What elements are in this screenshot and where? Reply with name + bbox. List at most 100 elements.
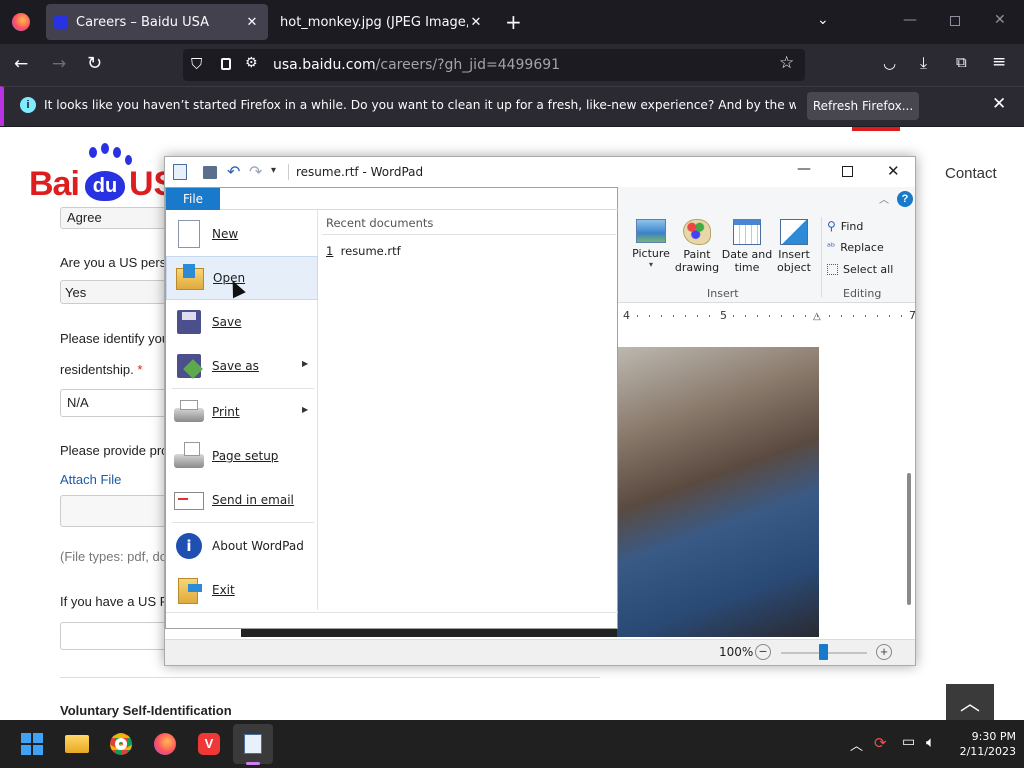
wordpad-app-icon[interactable] [173, 164, 187, 180]
document-area[interactable] [617, 325, 915, 639]
url-text[interactable]: usa.baidu.com/careers/?gh_jid=4499691 [273, 57, 560, 73]
divider [60, 677, 600, 678]
file-tab[interactable]: File [166, 188, 220, 210]
insert-object-button[interactable]: Insert object [773, 219, 815, 279]
menu-about[interactable]: i About WordPad [166, 524, 318, 568]
wordpad-window: ↶ ↷ ▾ resume.rtf - WordPad — ✕ ︿ ? Pictu… [164, 156, 916, 666]
menu-print[interactable]: Print ▶ [166, 390, 318, 434]
forward-icon[interactable]: → [52, 54, 66, 74]
paint-drawing-button[interactable]: Paint drawing [673, 219, 721, 279]
indent-marker-icon[interactable]: △ [813, 311, 821, 322]
picture-button[interactable]: Picture ▾ [631, 219, 671, 279]
volume-icon[interactable]: 🔈︎ [926, 733, 935, 751]
image-bottom-strip [241, 629, 617, 637]
object-label-1: Insert [778, 248, 810, 261]
new-tab-icon[interactable]: + [505, 10, 522, 34]
undo-icon[interactable]: ↶ [227, 162, 240, 181]
ruler[interactable]: 4 5 △ 7 [617, 307, 916, 325]
chrome-taskbar[interactable] [101, 724, 141, 764]
customize-qat-icon[interactable]: ▾ [271, 165, 276, 176]
permissions-icon[interactable]: ⚙ [245, 55, 258, 71]
recent-documents-header: Recent documents [326, 216, 434, 230]
display-icon[interactable]: ▭ [902, 734, 915, 750]
start-button[interactable] [12, 724, 52, 764]
vivaldi-taskbar[interactable]: V [189, 724, 229, 764]
us-person-select[interactable]: Yes [60, 280, 180, 304]
ruler-ticks [637, 315, 717, 317]
refresh-firefox-button[interactable]: Refresh Firefox... [807, 92, 919, 120]
quick-save-icon[interactable] [203, 166, 217, 179]
scroll-to-top-button[interactable]: ︿ [946, 684, 994, 720]
close-tab-icon[interactable]: ✕ [468, 15, 484, 30]
bookmark-star-icon[interactable]: ☆ [779, 53, 794, 73]
save-as-icon [172, 350, 206, 382]
tab-careers-baidu[interactable]: Careers – Baidu USA ✕ [46, 4, 268, 40]
clock[interactable]: 9:30 PM 2/11/2023 [952, 729, 1016, 759]
attachment-dropzone[interactable] [60, 495, 180, 527]
menu-send-in-email[interactable]: Send in email [166, 478, 318, 522]
minimize-window-icon[interactable]: — [903, 12, 917, 28]
browser-tab-bar: Careers – Baidu USA ✕ hot_monkey.jpg (JP… [0, 0, 1024, 44]
menu-exit[interactable]: Exit [166, 568, 318, 612]
zoom-out-icon[interactable]: − [755, 644, 771, 660]
firefox-taskbar[interactable] [145, 724, 185, 764]
attach-file-link[interactable]: Attach File [60, 472, 121, 487]
menu-save-as[interactable]: Save as ▶ [166, 344, 318, 388]
sync-status-icon[interactable]: ⟳ [874, 734, 887, 752]
menu-label: Page setup [212, 449, 279, 463]
maximize-window-icon[interactable] [950, 16, 960, 26]
residentship-input[interactable]: N/A [60, 389, 180, 417]
baidu-logo[interactable]: Bai du US [29, 143, 176, 207]
help-icon[interactable]: ? [897, 191, 913, 207]
menu-save[interactable]: Save [166, 300, 318, 344]
menu-page-setup[interactable]: Page setup [166, 434, 318, 478]
us-person-input[interactable] [60, 622, 180, 650]
shield-icon[interactable]: ⛉ [191, 55, 202, 73]
active-app-indicator [246, 762, 260, 765]
app-menu-icon[interactable]: ≡ [992, 52, 1006, 72]
recent-item-resume[interactable]: 1 resume.rtf [326, 244, 401, 258]
pocket-icon[interactable]: ◡ [883, 54, 896, 72]
close-notification-icon[interactable]: ✕ [992, 94, 1006, 114]
lock-icon[interactable] [221, 58, 231, 70]
agree-select[interactable]: Agree [60, 207, 180, 229]
menu-label: Exit [212, 583, 235, 597]
close-tab-icon[interactable]: ✕ [244, 15, 260, 30]
question-residentship: residentship. [60, 362, 134, 377]
reload-icon[interactable]: ↻ [87, 53, 102, 74]
menu-new[interactable]: New [166, 212, 318, 256]
recent-separator [322, 234, 616, 235]
menu-separator [172, 522, 314, 523]
date-time-button[interactable]: Date and time [721, 219, 773, 279]
downloads-icon[interactable]: ⤓ [920, 53, 927, 73]
firefox-menu-icon[interactable] [12, 13, 30, 31]
tab-hot-monkey[interactable]: hot_monkey.jpg (JPEG Image, 680 × ✕ [270, 4, 492, 40]
find-button[interactable]: ⚲ Find [827, 219, 863, 233]
question-if-us: If you have a US Pe [60, 594, 176, 609]
wp-maximize-icon[interactable] [842, 166, 853, 177]
vertical-scrollbar[interactable] [907, 473, 911, 605]
wp-close-icon[interactable]: ✕ [887, 162, 900, 180]
file-explorer-taskbar[interactable] [57, 724, 97, 764]
firefox-icon [154, 733, 176, 755]
list-all-tabs-icon[interactable]: ⌄ [817, 12, 829, 28]
zoom-slider-thumb[interactable] [819, 644, 828, 660]
wp-minimize-icon[interactable]: — [797, 161, 811, 177]
show-hidden-icons[interactable]: ︿ [850, 735, 863, 754]
notification-bar: i It looks like you haven’t started Fire… [0, 86, 1024, 126]
replace-button[interactable]: ᵃᵇ Replace [827, 241, 884, 254]
nav-contact-link[interactable]: Contact [945, 165, 997, 182]
back-icon[interactable]: ← [14, 54, 28, 74]
redo-icon[interactable]: ↷ [249, 162, 262, 181]
minimize-ribbon-icon[interactable]: ︿ [879, 191, 889, 206]
title-separator [288, 164, 289, 180]
wordpad-taskbar[interactable] [233, 724, 273, 764]
close-window-icon[interactable]: ✕ [994, 12, 1006, 28]
question-identify: Please identify you [60, 331, 170, 346]
zoom-in-icon[interactable]: + [876, 644, 892, 660]
select-all-button[interactable]: Select all [827, 263, 893, 276]
page-setup-icon [172, 440, 206, 472]
url-bar[interactable]: ⛉ ⚙ usa.baidu.com/careers/?gh_jid=449969… [183, 49, 805, 81]
menu-label: Send in email [212, 493, 294, 507]
extensions-icon[interactable]: ⧉ [956, 53, 967, 71]
